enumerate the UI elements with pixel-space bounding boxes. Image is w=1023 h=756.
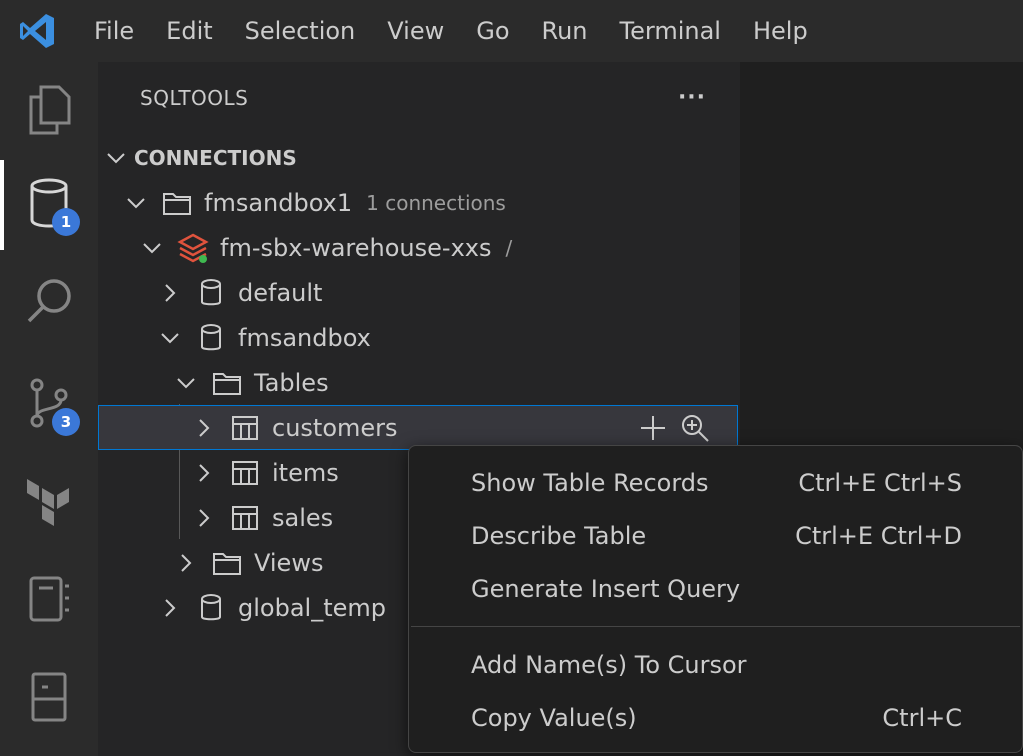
tree-item-label: Views — [254, 548, 324, 577]
databricks-connection-icon — [176, 231, 210, 265]
menu-bar: File Edit Selection View Go Run Terminal… — [0, 0, 1023, 62]
menu-edit[interactable]: Edit — [150, 0, 228, 62]
explorer-icon — [25, 83, 73, 139]
remote-explorer-icon — [30, 671, 68, 727]
activity-explorer[interactable] — [0, 66, 98, 156]
chevron-down-icon — [158, 326, 182, 350]
activity-source-control[interactable]: 3 — [0, 360, 98, 450]
tree-item-label: fmsandbox1 — [204, 188, 353, 217]
tree-item-label: global_temp — [238, 593, 386, 622]
tree-item-description: / — [505, 235, 513, 260]
chevron-down-icon — [174, 371, 198, 395]
connections-section-header[interactable]: CONNECTIONS — [104, 140, 734, 176]
menu-file[interactable]: File — [78, 0, 150, 62]
chevron-down-icon — [140, 236, 164, 260]
chevron-right-icon — [174, 551, 198, 575]
activity-notebook[interactable] — [0, 556, 98, 646]
menu-item-add-names-to-cursor[interactable]: Add Name(s) To Cursor — [409, 639, 1022, 691]
menu-item-shortcut: Ctrl+C — [882, 704, 962, 732]
table-icon — [228, 501, 262, 535]
table-icon — [228, 456, 262, 490]
row-actions — [636, 411, 712, 445]
activity-sqltools[interactable]: 1 — [0, 160, 98, 250]
menu-view[interactable]: View — [371, 0, 460, 62]
folder-icon — [210, 546, 244, 580]
tree-item-description: 1 connections — [366, 190, 506, 215]
connections-section-title: CONNECTIONS — [134, 146, 297, 170]
notebook-icon — [27, 574, 71, 628]
menu-item-label: Show Table Records — [471, 469, 709, 497]
chevron-right-icon — [192, 416, 216, 440]
tree-item-label: items — [272, 458, 339, 487]
folder-icon — [160, 186, 194, 220]
menu-run[interactable]: Run — [526, 0, 604, 62]
chevron-right-icon — [158, 281, 182, 305]
chevron-right-icon — [192, 506, 216, 530]
menu-terminal[interactable]: Terminal — [604, 0, 737, 62]
menu-separator — [411, 626, 1020, 627]
database-icon — [194, 276, 228, 310]
menu-item-label: Generate Insert Query — [471, 575, 741, 603]
menu-item-describe-table[interactable]: Describe Table Ctrl+E Ctrl+D — [409, 510, 1022, 562]
tree-item-connection[interactable]: fm-sbx-warehouse-xxs / — [98, 225, 740, 270]
database-icon — [194, 321, 228, 355]
add-icon[interactable] — [636, 411, 670, 445]
vscode-logo-icon — [16, 11, 58, 51]
menu-item-shortcut: Ctrl+E Ctrl+D — [795, 522, 962, 550]
terraform-icon — [25, 475, 73, 531]
menu-item-copy-values[interactable]: Copy Value(s) Ctrl+C — [409, 692, 1022, 744]
sidebar-title: SQLTOOLS — [140, 86, 249, 110]
tree-item-label: customers — [272, 413, 398, 442]
chevron-right-icon — [192, 461, 216, 485]
source-control-badge: 3 — [52, 408, 80, 436]
menu-selection[interactable]: Selection — [229, 0, 372, 62]
zoom-in-icon[interactable] — [678, 411, 712, 445]
menu-item-shortcut: Ctrl+E Ctrl+S — [798, 469, 962, 497]
table-icon — [228, 411, 262, 445]
tree-item-label: default — [238, 278, 323, 307]
tree-item-label: sales — [272, 503, 334, 532]
menu-item-label: Describe Table — [471, 522, 647, 550]
menu-item-label: Copy Value(s) — [471, 704, 637, 732]
search-icon — [24, 276, 74, 330]
folder-icon — [210, 366, 244, 400]
tree-item-label: fm-sbx-warehouse-xxs — [220, 233, 492, 262]
tree-item-fmsandbox1[interactable]: fmsandbox1 1 connections — [98, 180, 740, 225]
menu-item-label: Add Name(s) To Cursor — [471, 651, 747, 679]
more-actions-button[interactable]: ··· — [672, 80, 712, 114]
menu-item-show-table-records[interactable]: Show Table Records Ctrl+E Ctrl+S — [409, 457, 1022, 509]
activity-search[interactable] — [0, 258, 98, 348]
database-icon — [194, 591, 228, 625]
menu-go[interactable]: Go — [460, 0, 525, 62]
tree-item-label: fmsandbox — [238, 323, 371, 352]
tree-item-fmsandbox[interactable]: fmsandbox — [98, 315, 740, 360]
chevron-down-icon — [124, 191, 148, 215]
tree-item-label: Tables — [254, 368, 329, 397]
activity-bar: 1 3 — [0, 62, 98, 756]
sqltools-badge: 1 — [52, 208, 80, 236]
tree-item-customers[interactable]: customers — [98, 405, 738, 450]
tree-item-tables[interactable]: Tables — [98, 360, 740, 405]
menu-item-generate-insert-query[interactable]: Generate Insert Query — [409, 563, 1022, 615]
chevron-down-icon — [104, 146, 128, 170]
tree-item-default[interactable]: default — [98, 270, 740, 315]
chevron-right-icon — [158, 596, 182, 620]
context-menu: Show Table Records Ctrl+E Ctrl+S Describ… — [408, 445, 1023, 753]
activity-terraform[interactable] — [0, 458, 98, 548]
menu-help[interactable]: Help — [737, 0, 824, 62]
activity-remote-explorer[interactable] — [0, 654, 98, 744]
